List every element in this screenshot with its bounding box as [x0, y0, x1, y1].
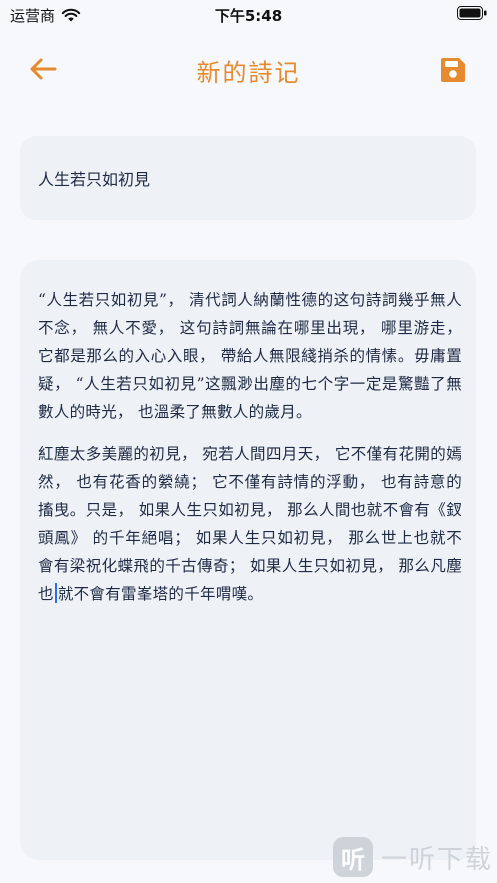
paragraph-2-before-caret: 紅塵太多美麗的初見， 宛若人間四月天， 它不僅有花開的嫣然， 也有花香的縈繞； … — [38, 445, 462, 603]
battery-icon — [457, 6, 487, 24]
paragraph-2-after-caret: 就不會有雷峯塔的千年喟嘆。 — [57, 585, 264, 603]
text-caret — [54, 583, 57, 603]
status-time: 下午5:48 — [214, 7, 283, 25]
title-input[interactable]: 人生若只如初見 — [38, 166, 150, 190]
content-text[interactable]: “人生若只如初見”， 清代詞人納蘭性德的这句詩詞幾乎無人不念， 無人不愛， 这句… — [38, 286, 462, 622]
header-bar: 新的詩记 — [0, 40, 497, 100]
save-button[interactable] — [439, 56, 469, 86]
save-icon — [439, 58, 467, 88]
watermark: 听 一听下载 — [332, 837, 493, 877]
title-card: 人生若只如初見 — [20, 136, 476, 220]
content-editor[interactable]: “人生若只如初見”， 清代詞人納蘭性德的这句詩詞幾乎無人不念， 無人不愛， 这句… — [20, 260, 476, 860]
paragraph-1: “人生若只如初見”， 清代詞人納蘭性德的这句詩詞幾乎無人不念， 無人不愛， 这句… — [38, 291, 462, 421]
paragraph-2: 紅塵太多美麗的初見， 宛若人間四月天， 它不僅有花開的嫣然， 也有花香的縈繞； … — [38, 440, 462, 608]
watermark-text: 一听下载 — [380, 844, 493, 875]
watermark-logo: 听 — [332, 837, 373, 877]
page-title: 新的詩记 — [196, 59, 301, 87]
status-bar: 运营商 下午5:48 — [0, 0, 497, 30]
